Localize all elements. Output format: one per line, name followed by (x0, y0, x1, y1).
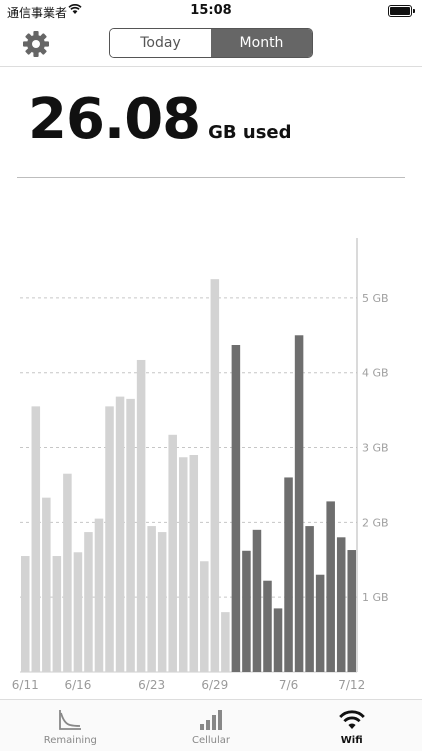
bar (326, 501, 335, 672)
bar (31, 406, 41, 672)
y-tick-label: 4 GB (362, 367, 389, 380)
bar (336, 537, 346, 672)
bar (284, 477, 293, 672)
segment-today[interactable]: Today (110, 29, 211, 57)
bar (315, 574, 325, 672)
cellular-bars-icon (200, 710, 222, 730)
bar (200, 561, 209, 672)
bar (84, 532, 93, 672)
x-tick-label: 7/6 (279, 678, 298, 692)
usage-unit: GB used (208, 122, 292, 143)
y-tick-label: 2 GB (362, 516, 389, 529)
bar (189, 455, 199, 672)
bar (126, 398, 135, 672)
bar (273, 608, 283, 672)
x-tick-label: 7/12 (338, 678, 365, 692)
tab-wifi-label: Wifi (340, 735, 363, 746)
divider (17, 177, 405, 178)
bar (294, 335, 304, 672)
bar (178, 457, 188, 672)
x-tick-label: 6/29 (201, 678, 228, 692)
tab-bar: Remaining Cellular Wifi (0, 699, 422, 751)
clock: 15:08 (190, 3, 232, 18)
period-segmented-control: Today Month (109, 28, 313, 58)
bar (136, 359, 146, 672)
gear-icon[interactable] (22, 30, 50, 58)
bar (231, 345, 241, 672)
tab-cellular-label: Cellular (191, 735, 231, 746)
bar (221, 612, 230, 672)
bar (168, 434, 177, 672)
bar (305, 526, 314, 672)
bar (21, 556, 30, 672)
x-tick-label: 6/23 (138, 678, 165, 692)
usage-summary: 26.08 GB used (28, 92, 292, 148)
y-tick-label: 1 GB (362, 591, 389, 604)
y-tick-label: 5 GB (362, 292, 389, 305)
bar (347, 550, 356, 672)
bar (42, 497, 51, 672)
bar (115, 396, 125, 672)
navigation-bar: Today Month (0, 22, 422, 67)
bar (252, 529, 262, 672)
tab-remaining[interactable]: Remaining (0, 700, 141, 751)
bar (73, 552, 83, 672)
bar (210, 279, 220, 672)
bar (157, 532, 167, 672)
x-tick-label: 6/11 (12, 678, 39, 692)
tab-cellular[interactable]: Cellular (141, 700, 282, 751)
status-bar: 通信事業者 15:08 (0, 0, 422, 22)
y-tick-label: 3 GB (362, 442, 389, 455)
bar (147, 526, 156, 672)
bar (242, 550, 251, 672)
segment-month[interactable]: Month (211, 29, 312, 57)
usage-value: 26.08 (28, 87, 201, 152)
bar (105, 406, 114, 672)
tab-wifi[interactable]: Wifi (281, 700, 422, 751)
bar (63, 473, 72, 672)
remaining-chart-icon (59, 710, 82, 730)
x-tick-label: 6/16 (64, 678, 91, 692)
wifi-icon (338, 710, 365, 729)
battery-icon (388, 5, 415, 17)
bar (52, 556, 62, 672)
bar (263, 580, 272, 672)
bar (94, 518, 104, 672)
usage-bar-chart: 1 GB 2 GB 3 GB 4 GB 5 GB 6/11 6/16 6/23 6/29 7/6 7… (12, 238, 389, 692)
tab-remaining-label: Remaining (43, 735, 97, 746)
